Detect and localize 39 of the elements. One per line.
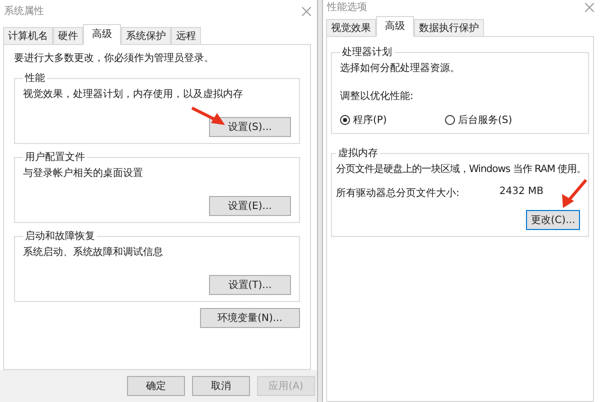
window-title: 系统属性 [4, 4, 44, 18]
group-title: 性能 [24, 72, 46, 85]
group-title: 虚拟内存 [337, 146, 379, 160]
notice-text: 要进行大多数更改，你必须作为管理员登录。 [14, 52, 214, 65]
radio-icon[interactable] [445, 115, 455, 125]
radio-option[interactable]: 程序(P) [340, 113, 445, 127]
settings-button[interactable]: 设置(T)... [209, 275, 291, 295]
close-icon[interactable] [585, 2, 594, 12]
window-title: 性能选项 [327, 0, 367, 14]
dialog-button[interactable]: 取消 [192, 376, 250, 396]
group-description: 选择如何分配处理器资源。 [340, 62, 460, 75]
group-title: 启动和故障恢复 [24, 230, 96, 243]
tab[interactable]: 视觉效果 [326, 19, 376, 37]
group-title: 处理器计划 [341, 46, 393, 59]
dialog-button[interactable]: 确定 [127, 376, 185, 396]
settings-button[interactable]: 设置(E)... [209, 196, 291, 216]
tab[interactable]: 高级 [83, 24, 121, 45]
radio-option[interactable]: 后台服务(S) [445, 113, 550, 127]
group-description: 视觉效果，处理器计划，内存使用，以及虚拟内存 [23, 88, 243, 101]
group-description: 与登录帐户相关的桌面设置 [23, 166, 143, 180]
prompt-text: 调整以优化性能: [340, 90, 414, 103]
tab[interactable]: 计算机名 [3, 27, 53, 45]
settings-button[interactable]: 设置(S)... [209, 117, 291, 137]
close-icon[interactable] [302, 6, 311, 16]
pointer-arrow [562, 179, 588, 208]
tab[interactable]: 数据执行保护 [414, 19, 484, 37]
tab[interactable]: 硬件 [53, 27, 83, 45]
pointer-arrow [191, 106, 225, 125]
group-description: 系统启动、系统故障和调试信息 [23, 246, 163, 259]
radio-icon[interactable] [340, 115, 350, 125]
size-value: 2432 MB [499, 186, 544, 197]
group-description: 分页文件是硬盘上的一块区域，Windows 当作 RAM 使用。 [336, 162, 586, 176]
tab[interactable]: 远程 [171, 27, 201, 45]
group-title: 用户配置文件 [24, 150, 86, 164]
change-button[interactable]: 更改(C)... [526, 210, 580, 230]
tab[interactable]: 高级 [376, 16, 414, 37]
tab[interactable]: 系统保护 [121, 27, 171, 45]
environment-variables-button[interactable]: 环境变量(N)... [200, 308, 300, 328]
size-label: 所有驱动器总分页文件大小: [336, 186, 460, 200]
